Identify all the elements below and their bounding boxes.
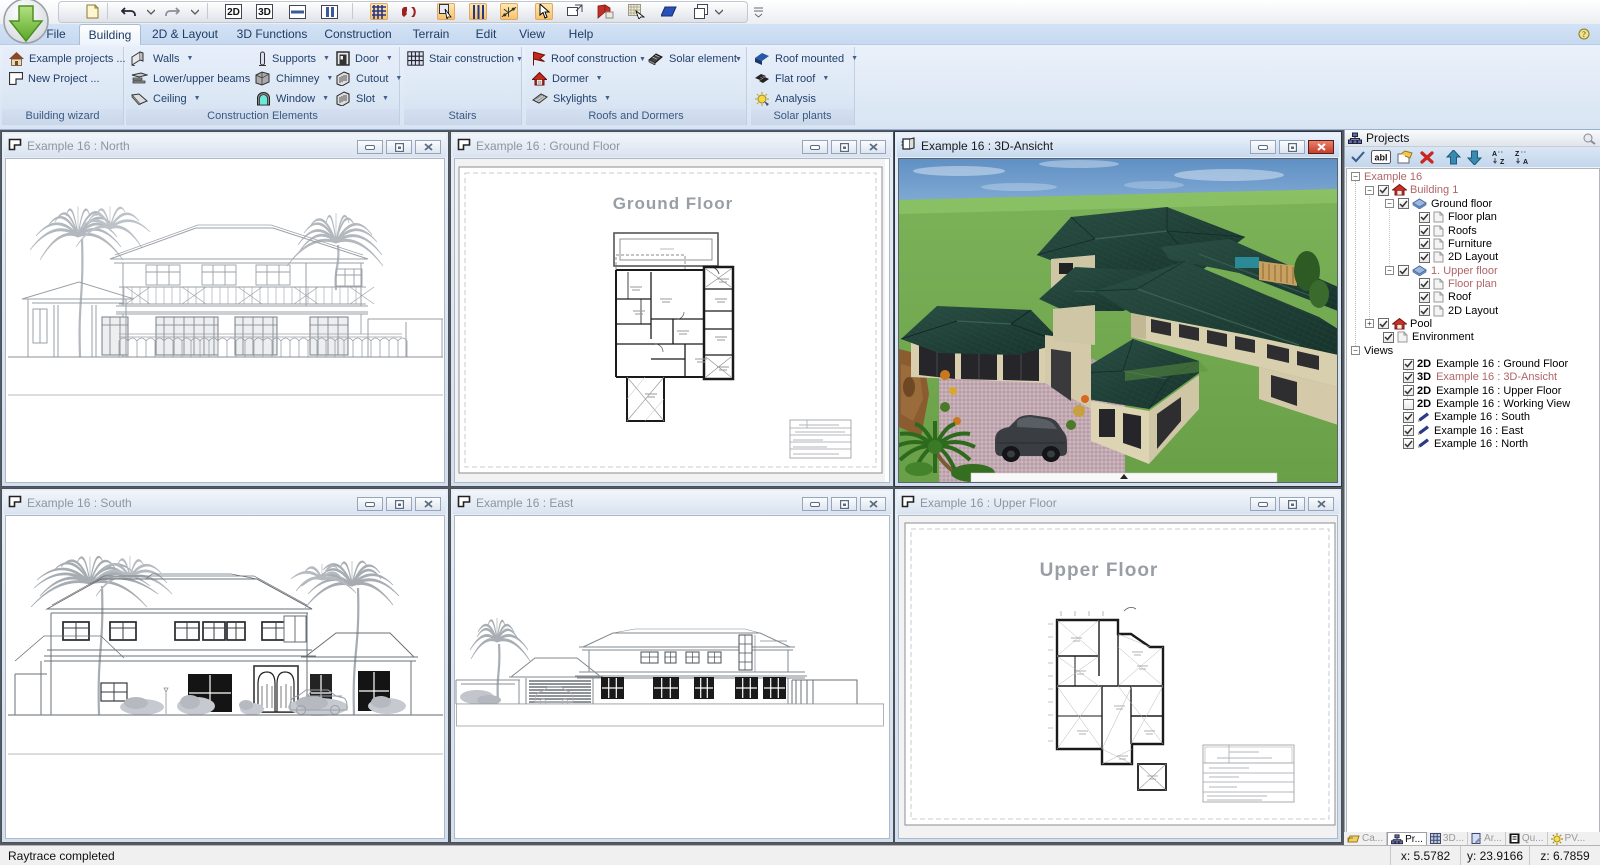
svg-text:A: A [1523, 159, 1528, 165]
svg-text:A: A [1492, 151, 1497, 158]
svg-text:Z: Z [1500, 159, 1505, 165]
svg-text:?: ? [1582, 30, 1586, 39]
svg-text:3D: 3D [258, 7, 271, 18]
svg-text:Ground Floor: Ground Floor [613, 194, 734, 213]
svg-text:2D: 2D [227, 7, 240, 18]
svg-text:Z: Z [1515, 151, 1520, 158]
svg-text:abl: abl [1374, 153, 1387, 163]
svg-text:Upper Floor: Upper Floor [1040, 560, 1159, 581]
